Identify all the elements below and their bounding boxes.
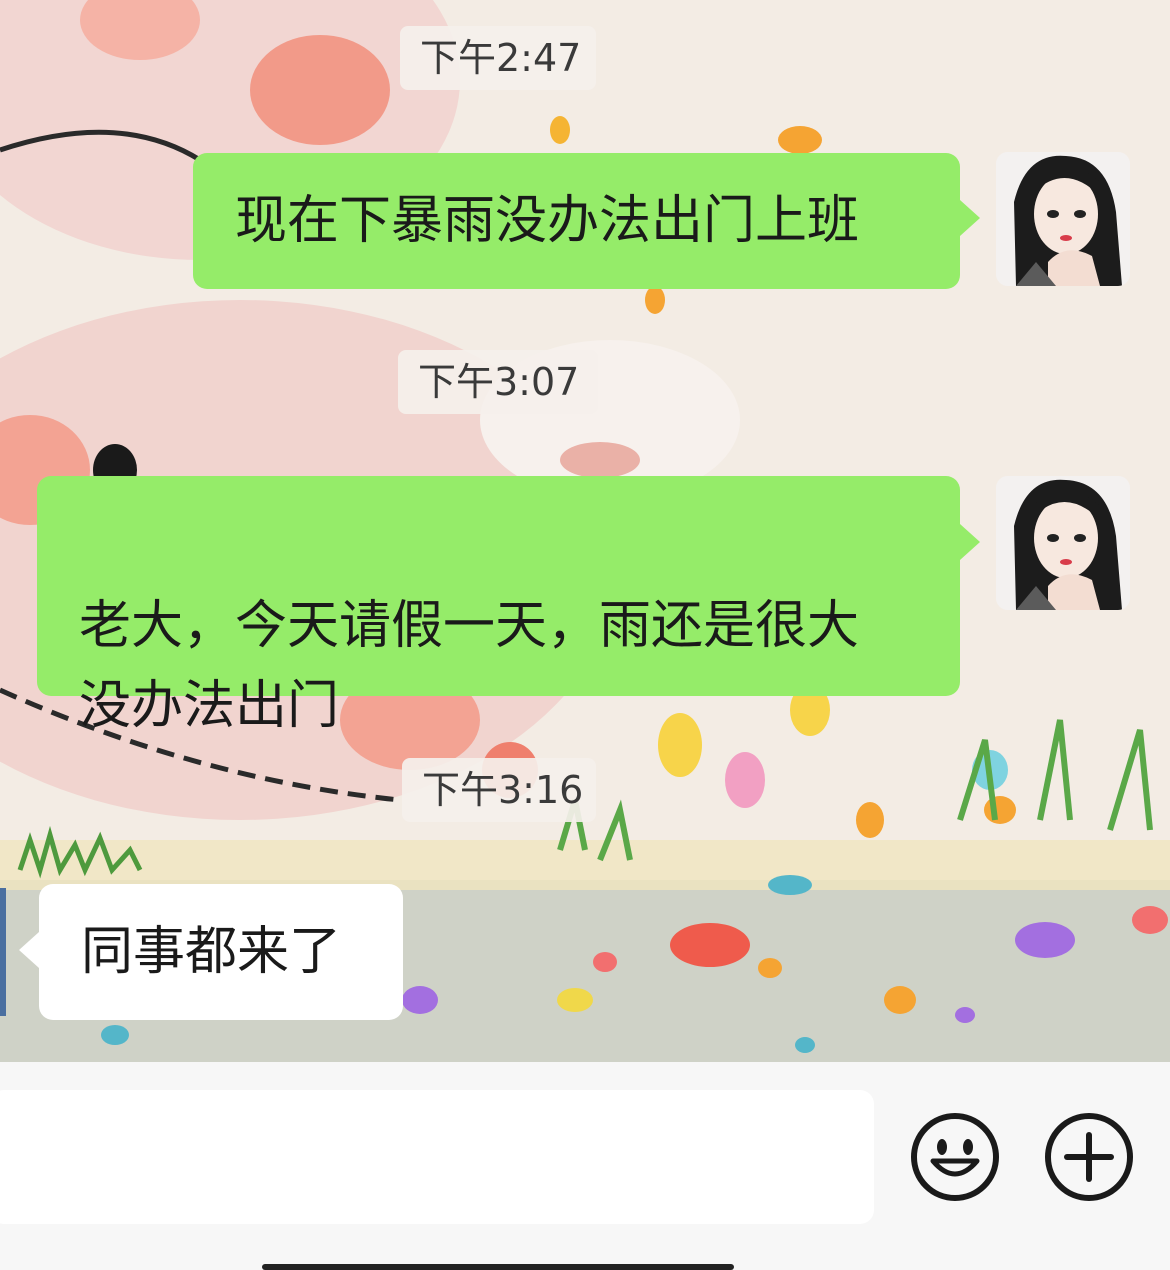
smiley-icon — [911, 1113, 999, 1201]
home-indicator[interactable] — [262, 1264, 734, 1270]
my-avatar[interactable] — [996, 152, 1130, 286]
plus-circle-icon — [1045, 1113, 1133, 1201]
bubble-tail — [960, 524, 980, 560]
avatar-image — [996, 152, 1130, 286]
bubble-tail — [19, 932, 39, 968]
emoji-button[interactable] — [909, 1111, 1001, 1203]
message-input[interactable] — [0, 1090, 874, 1224]
outgoing-message-bubble[interactable]: 现在下暴雨没办法出门上班 — [193, 153, 960, 289]
avatar-image — [996, 476, 1130, 610]
message-text: 现在下暴雨没办法出门上班 — [235, 191, 860, 251]
timestamp: 下午2:47 — [400, 26, 596, 90]
more-button[interactable] — [1043, 1111, 1135, 1203]
chat-input-bar — [0, 1062, 1170, 1270]
timestamp: 下午3:07 — [398, 350, 598, 414]
outgoing-message-bubble[interactable]: 老大，今天请假一天，雨还是很大 没办法出门 — [37, 476, 960, 736]
my-avatar[interactable] — [996, 476, 1130, 610]
bubble-tail — [960, 200, 980, 236]
message-text: 同事都来了 — [81, 922, 342, 982]
incoming-message-bubble[interactable]: 同事都来了 — [39, 884, 403, 1020]
sender-avatar-edge[interactable] — [0, 888, 6, 1016]
timestamp: 下午3:16 — [402, 758, 596, 822]
